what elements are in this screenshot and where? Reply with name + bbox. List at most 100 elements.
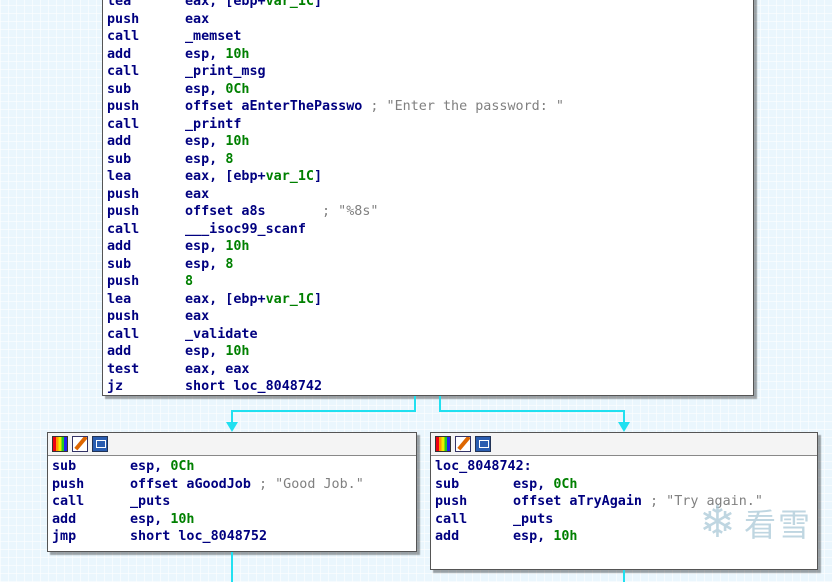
operand: eax, [ebp+	[185, 169, 266, 184]
code-line[interactable]: call _printf	[107, 116, 753, 134]
operand-immediate: 10h	[225, 134, 250, 149]
code-line[interactable]: add esp, 10h	[107, 46, 753, 64]
mnemonic: push	[435, 494, 468, 509]
code-line[interactable]: push eax	[107, 186, 753, 204]
code-line[interactable]: call ___isoc99_scanf	[107, 221, 753, 239]
operand: eax, [ebp+	[185, 0, 266, 9]
operand: _puts	[513, 511, 554, 527]
operand: eax, [ebp+	[185, 291, 266, 307]
code-line[interactable]: sub esp, 8	[107, 256, 753, 274]
graph-view-icon[interactable]	[92, 436, 108, 452]
operand: short loc_8048752	[130, 529, 268, 544]
operand-variable: var_1C	[265, 0, 314, 9]
mnemonic: call	[107, 116, 140, 132]
operand: esp,	[185, 256, 226, 272]
operand: esp,	[185, 239, 226, 254]
code-line[interactable]: push eax	[107, 308, 753, 326]
mnemonic: push	[107, 204, 140, 219]
watermark-logo: ❄ 看雪	[699, 500, 812, 546]
code-line[interactable]: push offset a8s ; "%8s"	[107, 203, 753, 221]
block-toolbar	[48, 433, 416, 456]
operand: esp,	[130, 459, 171, 474]
watermark-text: 看雪	[743, 506, 812, 544]
operand: eax	[185, 11, 210, 27]
operand-immediate: 10h	[225, 344, 250, 359]
code-line[interactable]: push offset aEnterThePasswo ; "Enter the …	[107, 98, 753, 116]
mnemonic: add	[435, 529, 460, 544]
mnemonic: test	[107, 361, 140, 377]
edge-true-branch-h	[439, 410, 625, 412]
operand: ___isoc99_scanf	[185, 221, 306, 237]
edit-pencil-icon[interactable]	[455, 436, 471, 452]
operand: esp,	[185, 46, 226, 62]
operand: esp,	[185, 81, 226, 97]
mnemonic: push	[107, 99, 140, 114]
mnemonic: add	[107, 239, 132, 254]
code-line[interactable]: push offset aGoodJob ; "Good Job."	[52, 476, 416, 494]
mnemonic: add	[107, 46, 132, 62]
operand-immediate: 10h	[225, 239, 250, 254]
operand: offset aGoodJob	[130, 476, 251, 492]
code-line[interactable]: add esp, 10h	[107, 133, 753, 151]
mnemonic: push	[107, 274, 140, 289]
operand-immediate: 8	[185, 274, 194, 289]
mnemonic: lea	[107, 169, 132, 184]
code-line[interactable]: call _puts	[52, 493, 416, 511]
code-line[interactable]: sub esp, 8	[107, 151, 753, 169]
code-line[interactable]: push 8	[107, 273, 753, 291]
operand: esp,	[185, 134, 226, 149]
code-line[interactable]: sub esp, 0Ch	[435, 476, 817, 494]
mnemonic: call	[107, 221, 140, 237]
operand: _puts	[130, 494, 171, 509]
code-block-good-job[interactable]: sub esp, 0Ch push offset aGoodJob ; "Good J…	[47, 432, 417, 552]
code-line[interactable]: add esp, 10h	[107, 343, 753, 361]
comment: ; "Enter the password: "	[362, 99, 564, 114]
edge-exit-left	[231, 552, 233, 582]
comment: ; "%8s"	[265, 204, 379, 219]
operand-variable: var_1C	[265, 169, 314, 184]
code-line[interactable]: sub esp, 0Ch	[107, 81, 753, 99]
code-line[interactable]: call _memset	[107, 28, 753, 46]
code-label: loc_8048742:	[435, 459, 532, 474]
code-line[interactable]: call _validate	[107, 326, 753, 344]
operand: offset aTryAgain	[513, 494, 642, 509]
color-palette-icon[interactable]	[435, 436, 451, 452]
edge-exit-right	[623, 570, 625, 582]
code-line-label[interactable]: loc_8048742:	[435, 458, 817, 476]
mnemonic: call	[52, 494, 85, 509]
color-palette-icon[interactable]	[52, 436, 68, 452]
code-line[interactable]: sub esp, 0Ch	[52, 458, 416, 476]
code-line[interactable]: jmp short loc_8048752	[52, 528, 416, 546]
mnemonic: call	[107, 64, 140, 79]
mnemonic: sub	[52, 459, 77, 474]
code-line[interactable]: add esp, 10h	[107, 238, 753, 256]
operand-tail: ]	[314, 0, 323, 9]
mnemonic: call	[107, 29, 140, 44]
mnemonic: add	[107, 344, 132, 359]
code-line[interactable]: jz short loc_8048742	[107, 378, 753, 396]
mnemonic: call	[107, 326, 140, 342]
mnemonic: push	[107, 186, 140, 202]
operand: _print_msg	[185, 64, 266, 79]
code-listing: lea eax, [ebp+var_1C] push eax call _memset ad…	[103, 0, 753, 396]
operand-tail: ]	[314, 169, 323, 184]
operand: esp,	[185, 151, 226, 167]
mnemonic: sub	[435, 476, 460, 492]
edit-pencil-icon[interactable]	[72, 436, 88, 452]
code-line[interactable]: lea eax, [ebp+var_1C]	[107, 168, 753, 186]
code-line[interactable]: push eax	[107, 11, 753, 29]
mnemonic: add	[52, 511, 77, 527]
operand: eax, eax	[185, 361, 250, 377]
code-line[interactable]: add esp, 10h	[52, 511, 416, 529]
edge-false-branch-h	[231, 410, 416, 412]
operand-immediate: 10h	[170, 511, 195, 527]
operand-immediate: 10h	[225, 46, 250, 62]
code-line[interactable]: call _print_msg	[107, 63, 753, 81]
code-line[interactable]: lea eax, [ebp+var_1C]	[107, 0, 753, 11]
code-line[interactable]: test eax, eax	[107, 361, 753, 379]
graph-view-icon[interactable]	[475, 436, 491, 452]
arrow-right	[618, 422, 630, 432]
operand: short loc_8048742	[185, 379, 323, 394]
code-block-main[interactable]: lea eax, [ebp+var_1C] push eax call _memset ad…	[102, 0, 754, 396]
code-line[interactable]: lea eax, [ebp+var_1C]	[107, 291, 753, 309]
